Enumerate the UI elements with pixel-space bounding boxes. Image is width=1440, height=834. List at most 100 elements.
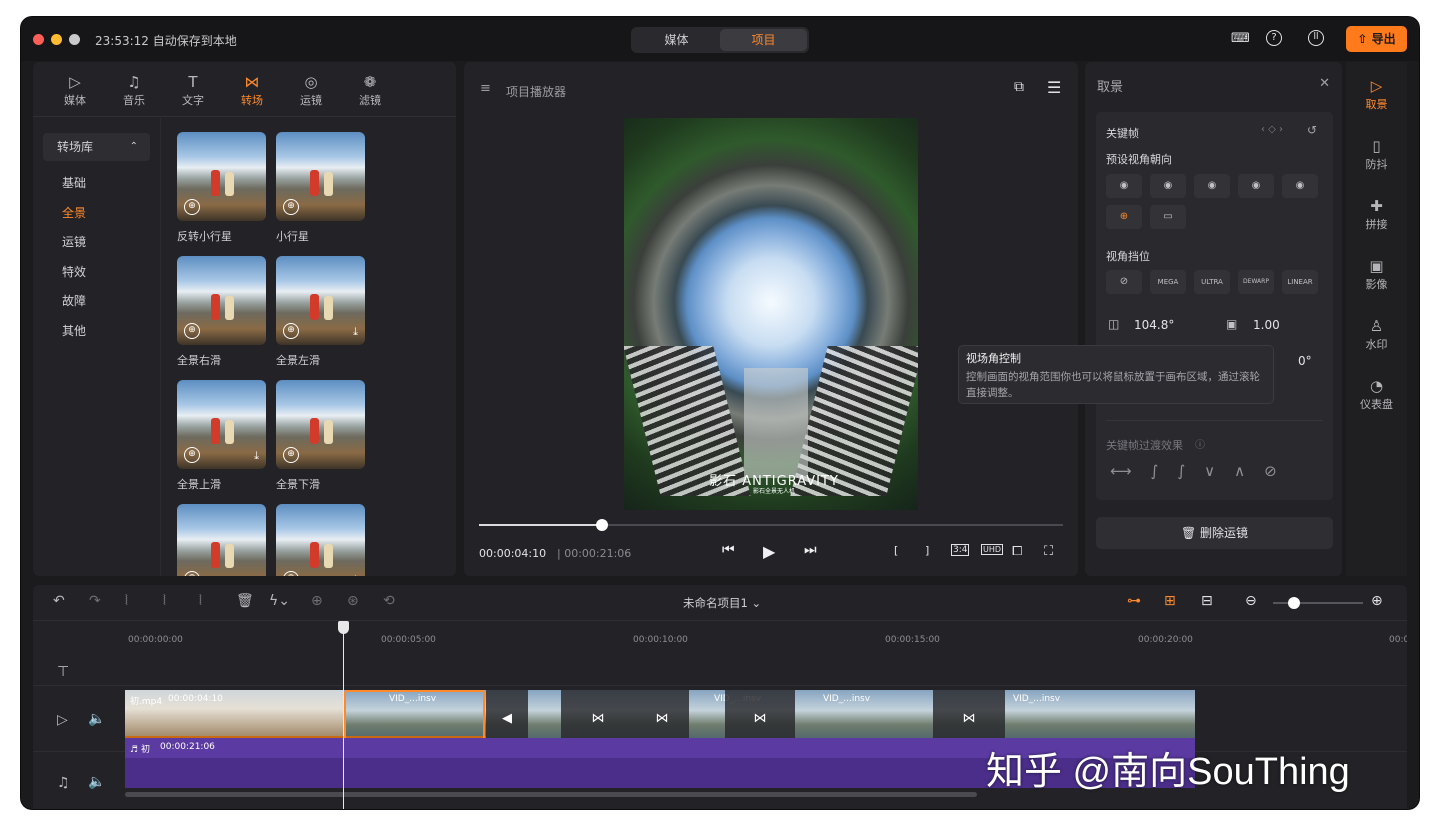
minimize-window-button[interactable]: [51, 34, 62, 45]
tab-media-lib[interactable]: ▷ 媒体: [50, 72, 100, 108]
rail-dashboard[interactable]: ◔ 仪表盘: [1346, 376, 1407, 412]
playback-scrubber[interactable]: [479, 519, 1063, 531]
zoom-slider-handle[interactable]: [1288, 597, 1300, 609]
zoom-out-icon[interactable]: ⊖: [1245, 593, 1257, 609]
settings-icon[interactable]: ll: [1308, 30, 1324, 46]
transition-thumb[interactable]: ⊕: [276, 380, 365, 469]
playhead[interactable]: [343, 621, 344, 809]
download-icon[interactable]: ⤓: [353, 325, 358, 339]
uhd-button[interactable]: UHD: [981, 544, 1004, 555]
rail-stabilize[interactable]: ▯ 防抖: [1346, 136, 1407, 172]
transition-thumb[interactable]: ⊕: [177, 132, 266, 221]
rail-reframe[interactable]: ▷ 取景: [1346, 76, 1407, 112]
trim-left-icon[interactable]: ⦚: [163, 593, 166, 609]
fov-value[interactable]: 104.8°: [1134, 318, 1174, 332]
tab-transitions[interactable]: ⋈ 转场: [227, 72, 277, 108]
category-basic[interactable]: 基础: [62, 174, 86, 191]
tab-project[interactable]: 项目: [720, 29, 807, 51]
tab-camera-moves[interactable]: ◎ 运镜: [286, 72, 336, 108]
focus-icon[interactable]: ⊛: [347, 593, 359, 609]
download-icon[interactable]: ⤓: [254, 449, 259, 463]
time-ruler[interactable]: 00:00:00:00 00:00:05:00 00:00:10:00 00:0…: [33, 622, 1407, 646]
keyframe-nav-icon[interactable]: ‹ ◇ ›: [1261, 124, 1283, 135]
close-icon[interactable]: ✕: [1319, 76, 1330, 91]
close-window-button[interactable]: [33, 34, 44, 45]
split-icon[interactable]: ⦚: [125, 593, 128, 609]
delete-label: 删除运镜: [1200, 526, 1249, 540]
scrubber-handle[interactable]: [595, 519, 608, 531]
mark-out-icon[interactable]: ]: [925, 544, 929, 557]
keyboard-icon[interactable]: ⌨: [1231, 30, 1250, 48]
vr-view-icon[interactable]: ▭: [1150, 205, 1186, 229]
zoom-window-button[interactable]: [69, 34, 80, 45]
tab-text[interactable]: T 文字: [168, 72, 218, 108]
transition-thumb[interactable]: ⊕⤓: [177, 380, 266, 469]
tab-media[interactable]: 媒体: [633, 29, 720, 51]
trim-right-icon[interactable]: ⦚: [199, 593, 202, 609]
speed-icon[interactable]: ϟ⌄: [269, 593, 290, 609]
transition-thumb[interactable]: ⊕⤓: [276, 504, 365, 576]
category-panorama[interactable]: 全景: [62, 204, 86, 221]
prev-frame-icon[interactable]: ⏮: [722, 542, 735, 558]
video-volume-icon[interactable]: 🔈: [88, 711, 105, 727]
tab-filters[interactable]: ❁ 滤镜: [345, 72, 395, 108]
crop-icon[interactable]: ⧉: [1014, 79, 1024, 95]
zoom-in-icon[interactable]: ⊕: [1371, 593, 1383, 609]
distance-value[interactable]: 1.00: [1253, 318, 1280, 332]
undo-icon[interactable]: ↶: [53, 593, 65, 609]
audio-volume-icon[interactable]: 🔈: [88, 774, 105, 790]
tab-music[interactable]: ♫ 音乐: [109, 72, 159, 108]
help-icon[interactable]: ?: [1266, 30, 1282, 46]
lens-linear-button[interactable]: LINEAR: [1282, 270, 1318, 294]
split-view-icon[interactable]: ⊟: [1201, 593, 1213, 609]
view-preset-icon[interactable]: ◉: [1150, 174, 1186, 198]
rail-watermark[interactable]: ♙ 水印: [1346, 316, 1407, 352]
zoom-slider[interactable]: [1273, 597, 1363, 609]
project-name[interactable]: 未命名项目1 ⌄: [683, 595, 761, 611]
next-frame-icon[interactable]: ⏭: [804, 542, 817, 558]
view-preset-icon[interactable]: ◉: [1238, 174, 1274, 198]
category-glitch[interactable]: 故障: [62, 292, 86, 309]
globe-view-icon[interactable]: ⊕: [1106, 205, 1142, 229]
aspect-ratio-button[interactable]: 3:4: [951, 544, 970, 556]
mark-in-icon[interactable]: [: [894, 544, 898, 557]
delete-camera-move-button[interactable]: 🗑 删除运镜: [1096, 517, 1333, 549]
transition-thumb[interactable]: ⊕: [177, 504, 266, 576]
snapshot-icon[interactable]: ⧠: [1012, 544, 1022, 559]
add-keyframe-icon[interactable]: ⊕: [311, 593, 323, 609]
view-preset-icon[interactable]: ◉: [1194, 174, 1230, 198]
lens-mega-button[interactable]: MEGA: [1150, 270, 1186, 294]
category-camera-move[interactable]: 运镜: [62, 233, 86, 250]
play-icon[interactable]: ▶: [763, 542, 775, 561]
transition-thumb[interactable]: ⊕: [276, 132, 365, 221]
timeline-scrollbar[interactable]: [125, 792, 977, 797]
transition-thumb[interactable]: ⊕⤓: [276, 256, 365, 345]
category-effects[interactable]: 特效: [62, 263, 86, 280]
loop-icon[interactable]: ⟲: [383, 593, 395, 609]
rail-image[interactable]: ▣ 影像: [1346, 256, 1407, 292]
menu-icon[interactable]: ☰: [1047, 78, 1061, 97]
lens-ultra-button[interactable]: ULTRA: [1194, 270, 1230, 294]
download-icon[interactable]: ⤓: [353, 573, 358, 576]
menu-lines-icon[interactable]: ≡: [480, 81, 491, 96]
delete-icon[interactable]: 🗑: [236, 593, 254, 609]
easing-curve-icons[interactable]: ⟷∫∫∨∧⊘: [1110, 462, 1296, 480]
video-preview[interactable]: 影石 ANTIGRAVITY 影石全景无人机: [624, 118, 918, 510]
transition-thumb[interactable]: ⊕: [177, 256, 266, 345]
playhead-handle[interactable]: [338, 621, 349, 634]
redo-icon[interactable]: ↷: [89, 593, 101, 609]
view-preset-icon[interactable]: ◉: [1106, 174, 1142, 198]
export-button[interactable]: ⇧ 导出: [1346, 26, 1407, 52]
category-other[interactable]: 其他: [62, 322, 86, 339]
reset-icon[interactable]: ↺: [1307, 123, 1317, 137]
snap-icon[interactable]: ⊞: [1164, 593, 1176, 609]
rail-stitch[interactable]: ✚ 拼接: [1346, 196, 1407, 232]
fullscreen-icon[interactable]: ⛶: [1044, 544, 1053, 559]
link-icon[interactable]: ⊶: [1127, 593, 1141, 609]
view-preset-icon[interactable]: ◉: [1282, 174, 1318, 198]
preset-heading: 预设视角朝向: [1106, 153, 1172, 166]
category-header[interactable]: 转场库 ⌃: [43, 133, 150, 161]
help-icon[interactable]: ⓘ: [1195, 436, 1205, 451]
lens-dewarp-button[interactable]: DEWARP: [1238, 270, 1274, 294]
fisheye-icon[interactable]: ⊘: [1106, 270, 1142, 294]
